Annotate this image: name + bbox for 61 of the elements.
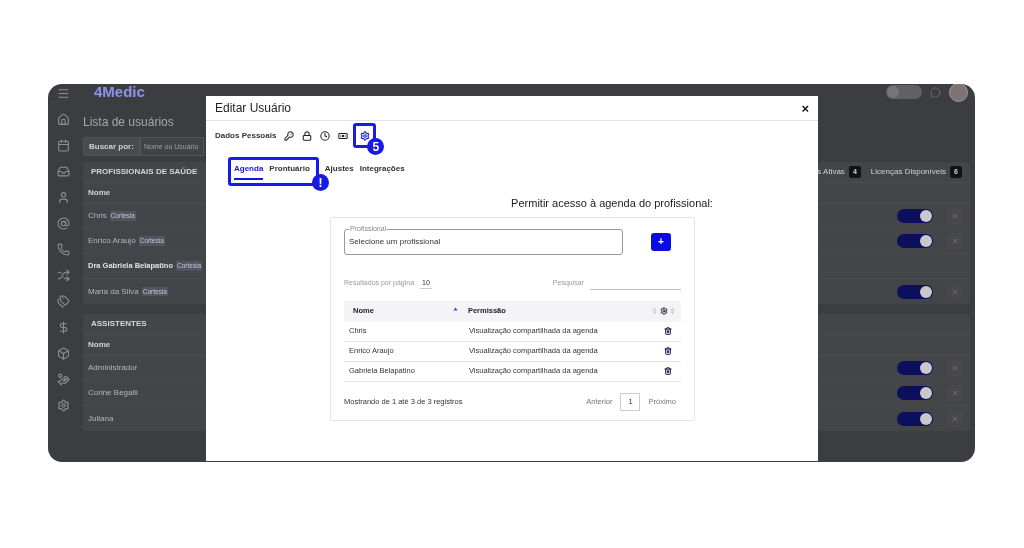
section-title: PROFISSIONAIS DE SAÚDE <box>91 166 198 178</box>
user-name: Administrador <box>88 362 138 374</box>
section-heading: Permitir acesso à agenda do profissional: <box>511 196 713 211</box>
toggle-switch[interactable] <box>897 386 933 400</box>
toggle-switch[interactable] <box>897 361 933 375</box>
menu-icon[interactable] <box>56 87 70 100</box>
settings-icon[interactable] <box>359 130 370 141</box>
x-icon <box>951 212 959 220</box>
phone-icon[interactable] <box>56 243 70 256</box>
home-icon[interactable] <box>56 113 70 126</box>
x-icon <box>951 237 959 245</box>
calendar-icon[interactable] <box>56 139 70 152</box>
section-title: ASSISTENTES <box>91 318 147 330</box>
tags-icon[interactable] <box>56 295 70 308</box>
settings-icon[interactable] <box>660 307 668 315</box>
x-icon <box>951 287 959 296</box>
field-value: Selecione um profissional <box>349 235 441 248</box>
close-button[interactable]: × <box>801 101 809 115</box>
personal-data-link[interactable]: Dados Pessoais <box>215 129 277 142</box>
shuffle-icon[interactable] <box>56 269 70 282</box>
toggle-switch[interactable] <box>897 411 933 426</box>
banknote-icon[interactable] <box>338 130 349 141</box>
user-name: Chris <box>88 210 107 222</box>
logo: 4Medic <box>94 84 145 102</box>
toggle-switch[interactable] <box>897 234 933 248</box>
key-icon[interactable] <box>284 130 295 141</box>
trash-icon[interactable] <box>664 347 672 355</box>
tab[interactable]: Prontuário <box>269 163 310 180</box>
chat-icon[interactable] <box>930 86 941 98</box>
user-name: Enrico Araujo <box>88 235 136 247</box>
toggle-switch[interactable] <box>897 284 933 299</box>
toggle-switch[interactable] <box>897 209 933 223</box>
user-name: Maria da Silva <box>88 285 139 298</box>
user-icon[interactable] <box>56 191 70 204</box>
avatar[interactable] <box>949 84 968 102</box>
user-name: Corine Begalli <box>88 387 138 399</box>
column-header: Nome <box>88 339 111 351</box>
x-icon <box>951 364 959 372</box>
box-icon[interactable] <box>56 347 70 360</box>
x-icon <box>951 414 959 423</box>
license-label: s Ativas <box>817 166 845 178</box>
clock-icon[interactable] <box>320 130 331 141</box>
license-label: Licenças Disponíveis <box>870 166 946 178</box>
column-header: Nome <box>88 187 111 199</box>
inbox-icon[interactable] <box>56 165 70 178</box>
trash-icon[interactable] <box>664 367 672 375</box>
at-sign-icon[interactable] <box>56 217 70 230</box>
trash-icon[interactable] <box>664 327 672 335</box>
user-name: Juliana <box>88 412 114 425</box>
toggle-switch[interactable] <box>886 85 922 99</box>
step-badge: 5 <box>367 138 385 155</box>
tab[interactable]: Agenda <box>234 163 264 180</box>
hand-coins-icon[interactable] <box>56 373 70 386</box>
step-badge: ! <box>312 174 329 191</box>
add-button[interactable]: + <box>651 232 671 251</box>
page-title: Lista de usuários <box>83 114 175 131</box>
dialog-title: Editar Usuário <box>215 100 292 117</box>
search-label: Buscar por: <box>83 137 140 156</box>
tab[interactable]: Integrações <box>359 163 405 180</box>
x-icon <box>951 389 959 397</box>
lock-icon[interactable] <box>302 130 313 141</box>
